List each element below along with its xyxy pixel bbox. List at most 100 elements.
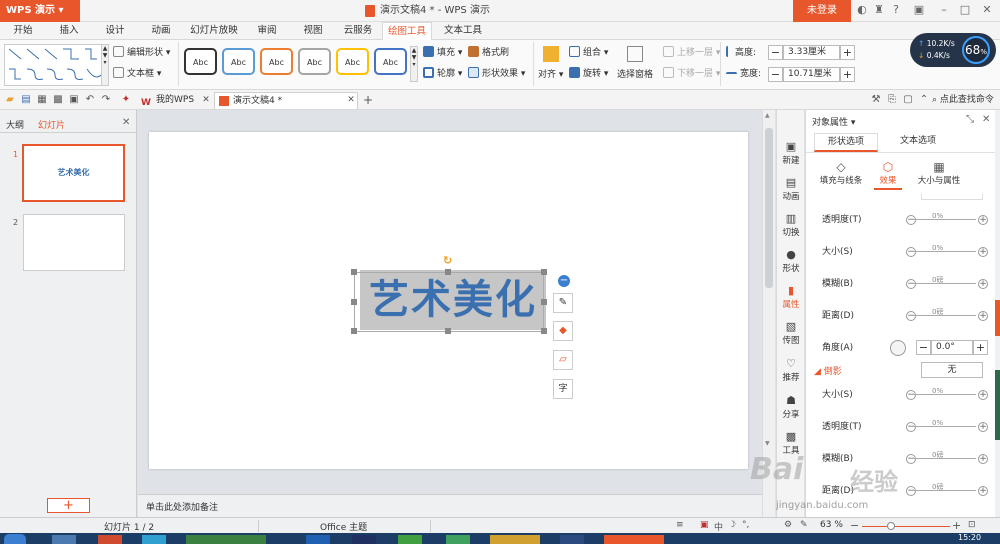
pin-icon[interactable]: ✦ [120,94,132,106]
close-tab-icon[interactable]: ✕ [200,94,212,106]
tab-design[interactable]: 设计 [98,22,132,40]
resize-handle[interactable] [541,299,547,305]
taskbar-app[interactable] [98,535,122,544]
resize-handle[interactable] [351,299,357,305]
taskbar-app[interactable] [604,535,664,544]
minus-icon[interactable]: − [906,390,916,400]
slide-canvas[interactable]: 艺术美化 ↻ − ✎ ◆ ▱ 字 [149,132,748,469]
angle-increase[interactable]: + [973,340,988,355]
bring-forward-button[interactable]: 上移一层 ▾ [663,46,720,59]
subtab-effects[interactable]: ⬡ 效果 [874,160,902,190]
slider-track[interactable] [912,315,976,316]
export-icon[interactable]: ▦ [36,94,48,106]
style-gallery-scroll[interactable]: ▲ ▼ ▾ [410,46,418,82]
settings-icon[interactable]: ⚙ [784,520,792,530]
minus-icon[interactable]: − [906,454,916,464]
lock-icon[interactable]: ▢ [902,94,914,106]
plus-icon[interactable]: + [978,486,988,496]
plus-icon[interactable]: + [978,422,988,432]
plus-icon[interactable]: + [978,454,988,464]
angle-dial-icon[interactable] [890,340,906,356]
sidebar-item-upload-image[interactable]: ▧ 传图 [777,316,805,352]
edit-shape-button[interactable]: 编辑形状 ▾ [113,46,170,59]
open-icon[interactable]: ▰ [4,94,16,106]
resize-handle[interactable] [351,269,357,275]
shirt-icon[interactable]: ♜ [872,3,886,17]
tool-icon[interactable]: ⚒ [870,94,882,106]
resize-handle[interactable] [445,269,451,275]
reflection-section-header[interactable]: ◢ 倒影 [814,364,842,377]
find-command[interactable]: ⌕ 点此查找命令 [932,94,994,107]
skin-icon[interactable]: ◐ [855,3,869,17]
tab-view[interactable]: 视图 [296,22,330,40]
close-panel-icon[interactable]: ✕ [122,117,130,128]
sidebar-item-new[interactable]: ▣ 新建 [777,136,805,172]
expand-icon[interactable]: ⌃ [918,94,930,106]
login-button[interactable]: 未登录 [793,0,851,22]
height-decrease[interactable]: − [768,45,783,60]
taskbar-app[interactable] [52,535,76,544]
help-icon[interactable]: ? [889,3,903,17]
tab-shape-options[interactable]: 形状选项 [814,133,878,152]
align-button[interactable]: 对齐 ▾ [538,69,563,82]
text-box-button[interactable]: 文本框 ▾ [113,67,161,80]
angle-input[interactable]: 0.0° [931,340,973,355]
fit-window-icon[interactable]: ⊡ [968,520,976,530]
tab-my-wps[interactable]: W 我的WPS [138,92,208,109]
minus-icon[interactable]: − [906,486,916,496]
format-painter-button[interactable]: 格式刷 [468,46,509,59]
panel-title[interactable]: 对象属性 ▾ [812,115,855,128]
moon-icon[interactable]: ☽ [728,520,736,530]
start-button[interactable] [4,534,26,544]
sidebar-item-animation[interactable]: ▤ 动画 [777,172,805,208]
outline-button[interactable]: 轮廓 ▾ [423,67,462,80]
float-outline-icon[interactable]: ▱ [553,350,573,370]
normal-view-icon[interactable]: ▣ [700,520,709,530]
print-icon[interactable]: ▩ [52,94,64,106]
sidebar-item-transition[interactable]: ▥ 切换 [777,208,805,244]
line-shapes-gallery[interactable] [4,44,106,86]
minus-icon[interactable]: − [906,422,916,432]
subtab-size[interactable]: ▦ 大小与属性 [914,160,964,186]
plus-icon[interactable]: + [978,247,988,257]
scroll-down-icon[interactable]: ▼ [765,440,770,447]
restore-icon[interactable]: ▣ [912,3,926,17]
tab-cloud[interactable]: 云服务 [338,22,378,40]
scroll-up-icon[interactable]: ▲ [765,112,770,119]
height-increase[interactable]: + [840,45,855,60]
slider-track[interactable] [912,426,976,427]
float-edit-icon[interactable]: ✎ [553,293,573,313]
maximize-icon[interactable]: □ [958,3,972,17]
width-input[interactable]: 10.71厘米 [783,67,840,82]
taskbar-app[interactable] [186,535,266,544]
tab-outline[interactable]: 大纲 [6,118,24,131]
tab-start[interactable]: 开始 [6,22,40,40]
subtab-fill-line[interactable]: ◇ 填充与线条 [816,160,866,186]
zoom-out-icon[interactable]: − [850,519,859,532]
tab-insert[interactable]: 插入 [52,22,86,40]
input-method-icon[interactable]: 中 [714,520,723,533]
pin-panel-icon[interactable]: ⤡ [966,114,974,125]
collapse-float-icon[interactable]: − [558,275,570,287]
slide-thumbnail-2[interactable] [23,214,125,271]
minus-icon[interactable]: − [906,311,916,321]
close-icon[interactable]: ✕ [980,3,994,17]
taskbar-app[interactable] [352,535,376,544]
taskbar-app[interactable] [306,535,330,544]
tab-slideshow[interactable]: 幻灯片放映 [186,22,242,40]
slider-track[interactable] [912,394,976,395]
add-slide-button[interactable]: + [47,498,90,513]
tab-drawing-tools[interactable]: 绘图工具 [382,22,432,40]
tab-animation[interactable]: 动画 [144,22,178,40]
shape-style-2[interactable]: Abc [222,48,255,75]
minus-icon[interactable]: − [906,247,916,257]
undo-icon[interactable]: ↶ [84,94,96,106]
selection-pane-button[interactable]: 选择窗格 [617,69,653,82]
minimize-icon[interactable]: – [937,3,951,17]
new-tab-icon[interactable]: + [362,94,374,106]
height-input[interactable]: 3.33厘米 [783,45,840,60]
tab-slides[interactable]: 幻灯片 [38,118,65,131]
shape-effects-button[interactable]: 形状效果 ▾ [468,67,525,80]
punctuation-icon[interactable]: °, [742,520,749,530]
slider-track[interactable] [912,458,976,459]
